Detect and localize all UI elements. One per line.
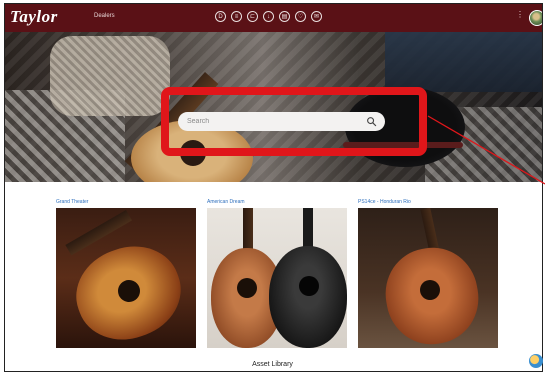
- archive-icon[interactable]: ▤: [279, 11, 290, 22]
- card-title[interactable]: PS14ce - Honduran Rio: [358, 199, 498, 205]
- product-card-american-dream[interactable]: American Dream: [207, 199, 347, 348]
- asset-library-label: Asset Library: [252, 361, 293, 368]
- hero-pillow: [50, 36, 170, 116]
- product-card-ps14ce[interactable]: PS14ce - Honduran Rio: [358, 199, 498, 348]
- card-image-american-dream[interactable]: [207, 208, 347, 348]
- dealers-nav-link[interactable]: Dealers: [94, 13, 115, 19]
- nav-icon-group: D ≡ ⊏ ↓ ▤ ♡ ✉: [215, 11, 322, 22]
- list-icon[interactable]: ≡: [231, 11, 242, 22]
- card-title[interactable]: Grand Theater: [56, 199, 196, 205]
- card-image-ps14ce[interactable]: [358, 208, 498, 348]
- card-title[interactable]: American Dream: [207, 199, 347, 205]
- card-image-grand-theater[interactable]: [56, 208, 196, 348]
- chat-icon[interactable]: ✉: [311, 11, 322, 22]
- help-chat-icon[interactable]: [529, 354, 543, 368]
- download-icon[interactable]: ↓: [263, 11, 274, 22]
- taylor-logo[interactable]: Taylor: [10, 7, 58, 27]
- more-menu-icon[interactable]: ⋮: [516, 11, 524, 19]
- folder-icon[interactable]: ⊏: [247, 11, 258, 22]
- app-frame: Taylor Dealers D ≡ ⊏ ↓ ▤ ♡ ✉ ⋮ Search Gr…: [4, 3, 543, 372]
- document-icon[interactable]: D: [215, 11, 226, 22]
- hero-jacket-shape: [385, 32, 542, 92]
- top-nav-bar: Taylor Dealers D ≡ ⊏ ↓ ▤ ♡ ✉ ⋮: [5, 4, 542, 32]
- product-card-grand-theater[interactable]: Grand Theater: [56, 199, 196, 348]
- heart-icon[interactable]: ♡: [295, 11, 306, 22]
- annotation-highlight-box: [161, 87, 427, 156]
- user-avatar[interactable]: [529, 10, 542, 26]
